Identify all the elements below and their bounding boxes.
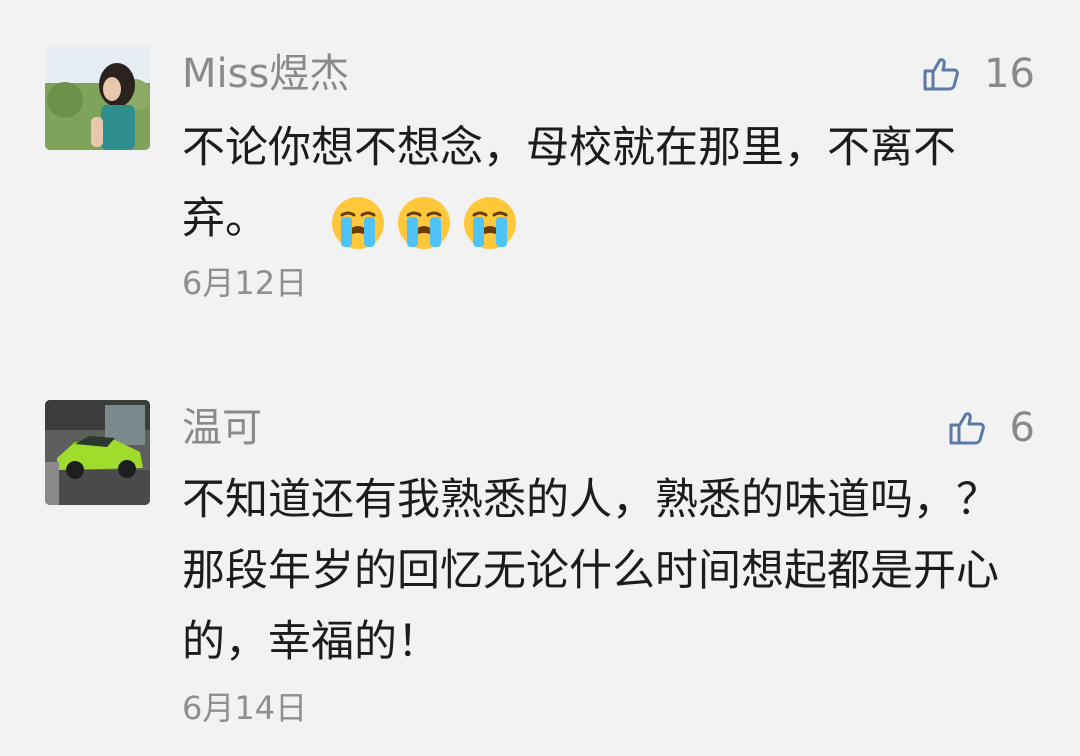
- user-avatar[interactable]: [45, 45, 150, 150]
- user-avatar[interactable]: [45, 400, 150, 505]
- comment-text: 不论你想不想念，母校就在那里，不离不弃。: [182, 123, 956, 244]
- avatar-photo: [45, 45, 150, 150]
- crying-face-emoji: [398, 197, 450, 249]
- comment-text: 不知道还有我熟悉的人，熟悉的味道吗，？那段年岁的回忆无论什么时间想起都是开心的，…: [182, 475, 999, 667]
- comment-date: 6月12日: [182, 264, 308, 302]
- comment-item: 温可 6 不知道还有我熟悉的人，熟悉的味道吗，？那段年岁的回忆无论什么时间想起都…: [0, 350, 1080, 756]
- username[interactable]: 温可: [182, 400, 262, 456]
- thumbs-up-icon: [949, 412, 985, 445]
- like-count: 6: [1009, 405, 1035, 451]
- crying-face-emoji: [332, 197, 384, 249]
- avatar-photo: [45, 400, 150, 505]
- comment-item: Miss煜杰 16 不论你想不想念，母校就在那里，不离不弃。 6月12日: [0, 0, 1080, 350]
- like-button[interactable]: 6: [948, 400, 1035, 456]
- like-count: 16: [984, 51, 1035, 97]
- crying-face-emoji: [464, 197, 516, 249]
- username[interactable]: Miss煜杰: [182, 46, 349, 102]
- emoji-row: [330, 195, 518, 251]
- like-button[interactable]: 16: [922, 46, 1035, 102]
- thumbs-up-icon: [923, 58, 959, 91]
- comment-date: 6月14日: [182, 689, 308, 727]
